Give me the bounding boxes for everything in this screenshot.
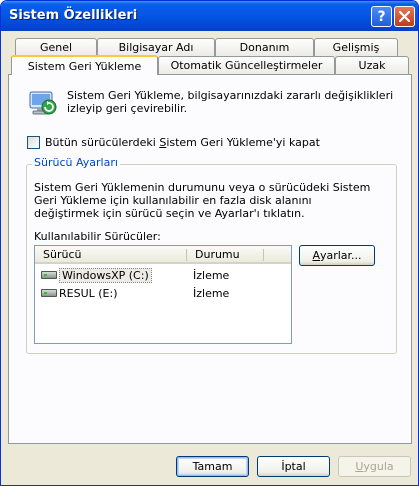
checkbox-label-post: istem Geri Yükleme'yi kapat <box>166 136 320 149</box>
drives-list-header: Sürücü Durumu <box>35 246 291 264</box>
drive-status: İzleme <box>193 287 230 300</box>
ok-button[interactable]: Tamam <box>176 456 249 477</box>
cancel-button[interactable]: İptal <box>257 456 330 477</box>
column-header-drive[interactable]: Sürücü <box>43 248 81 261</box>
apply-button-mnemonic: U <box>355 460 364 473</box>
drive-settings-description: Sistem Geri Yüklemenin durumunu veya o s… <box>34 181 371 220</box>
tab-hardware[interactable]: Donanım <box>215 38 314 56</box>
settings-button-label: yarlar... <box>319 249 362 262</box>
column-header-status[interactable]: Durumu <box>195 248 240 261</box>
settings-button[interactable]: Ayarlar... <box>299 245 375 266</box>
list-item[interactable]: RESUL (E:) İzleme <box>35 285 291 301</box>
tab-remote[interactable]: Uzak <box>335 56 409 74</box>
drive-name: RESUL (E:) <box>59 287 118 300</box>
tab-automatic-updates[interactable]: Otomatik Güncelleştirmeler <box>158 56 335 74</box>
hard-drive-icon <box>41 271 57 279</box>
available-drives-label: Kullanılabilir Sürücüler: <box>34 230 161 243</box>
system-restore-icon <box>27 86 59 118</box>
system-properties-window: Sistem Özellikleri ? Genel Bilgisayar Ad… <box>0 0 419 486</box>
hard-drive-icon <box>41 289 57 297</box>
settings-button-mnemonic: A <box>312 249 320 262</box>
turn-off-system-restore-label[interactable]: Bütün sürücülerdeki Sistem Geri Yükleme'… <box>45 136 320 149</box>
turn-off-system-restore-checkbox[interactable] <box>27 136 40 149</box>
drive-settings-legend: Sürücü Ayarları <box>32 156 120 169</box>
intro-text: Sistem Geri Yükleme, bilgisayarınızdaki … <box>67 89 394 115</box>
tab-system-restore[interactable]: Sistem Geri Yükleme <box>11 55 158 75</box>
help-button[interactable]: ? <box>371 6 392 27</box>
title-bar[interactable]: Sistem Özellikleri ? <box>1 1 418 31</box>
drives-list[interactable]: Sürücü Durumu WindowsXP (C:) İzleme RESU… <box>34 245 292 344</box>
drive-name: WindowsXP (C:) <box>59 268 152 283</box>
tab-advanced[interactable]: Gelişmiş <box>314 38 398 56</box>
close-icon <box>399 11 410 22</box>
apply-button[interactable]: Uygula <box>338 456 411 477</box>
drive-status: İzleme <box>193 269 230 282</box>
close-button[interactable] <box>394 6 415 27</box>
column-separator[interactable] <box>186 249 187 261</box>
checkbox-label-pre: Bütün sürücülerdeki <box>45 136 160 149</box>
tab-general[interactable]: Genel <box>15 38 97 56</box>
tab-computer-name[interactable]: Bilgisayar Adı <box>97 38 215 56</box>
apply-button-label: ygula <box>363 460 394 473</box>
column-separator[interactable] <box>263 249 264 261</box>
window-title: Sistem Özellikleri <box>9 8 138 23</box>
list-item[interactable]: WindowsXP (C:) İzleme <box>35 267 291 283</box>
